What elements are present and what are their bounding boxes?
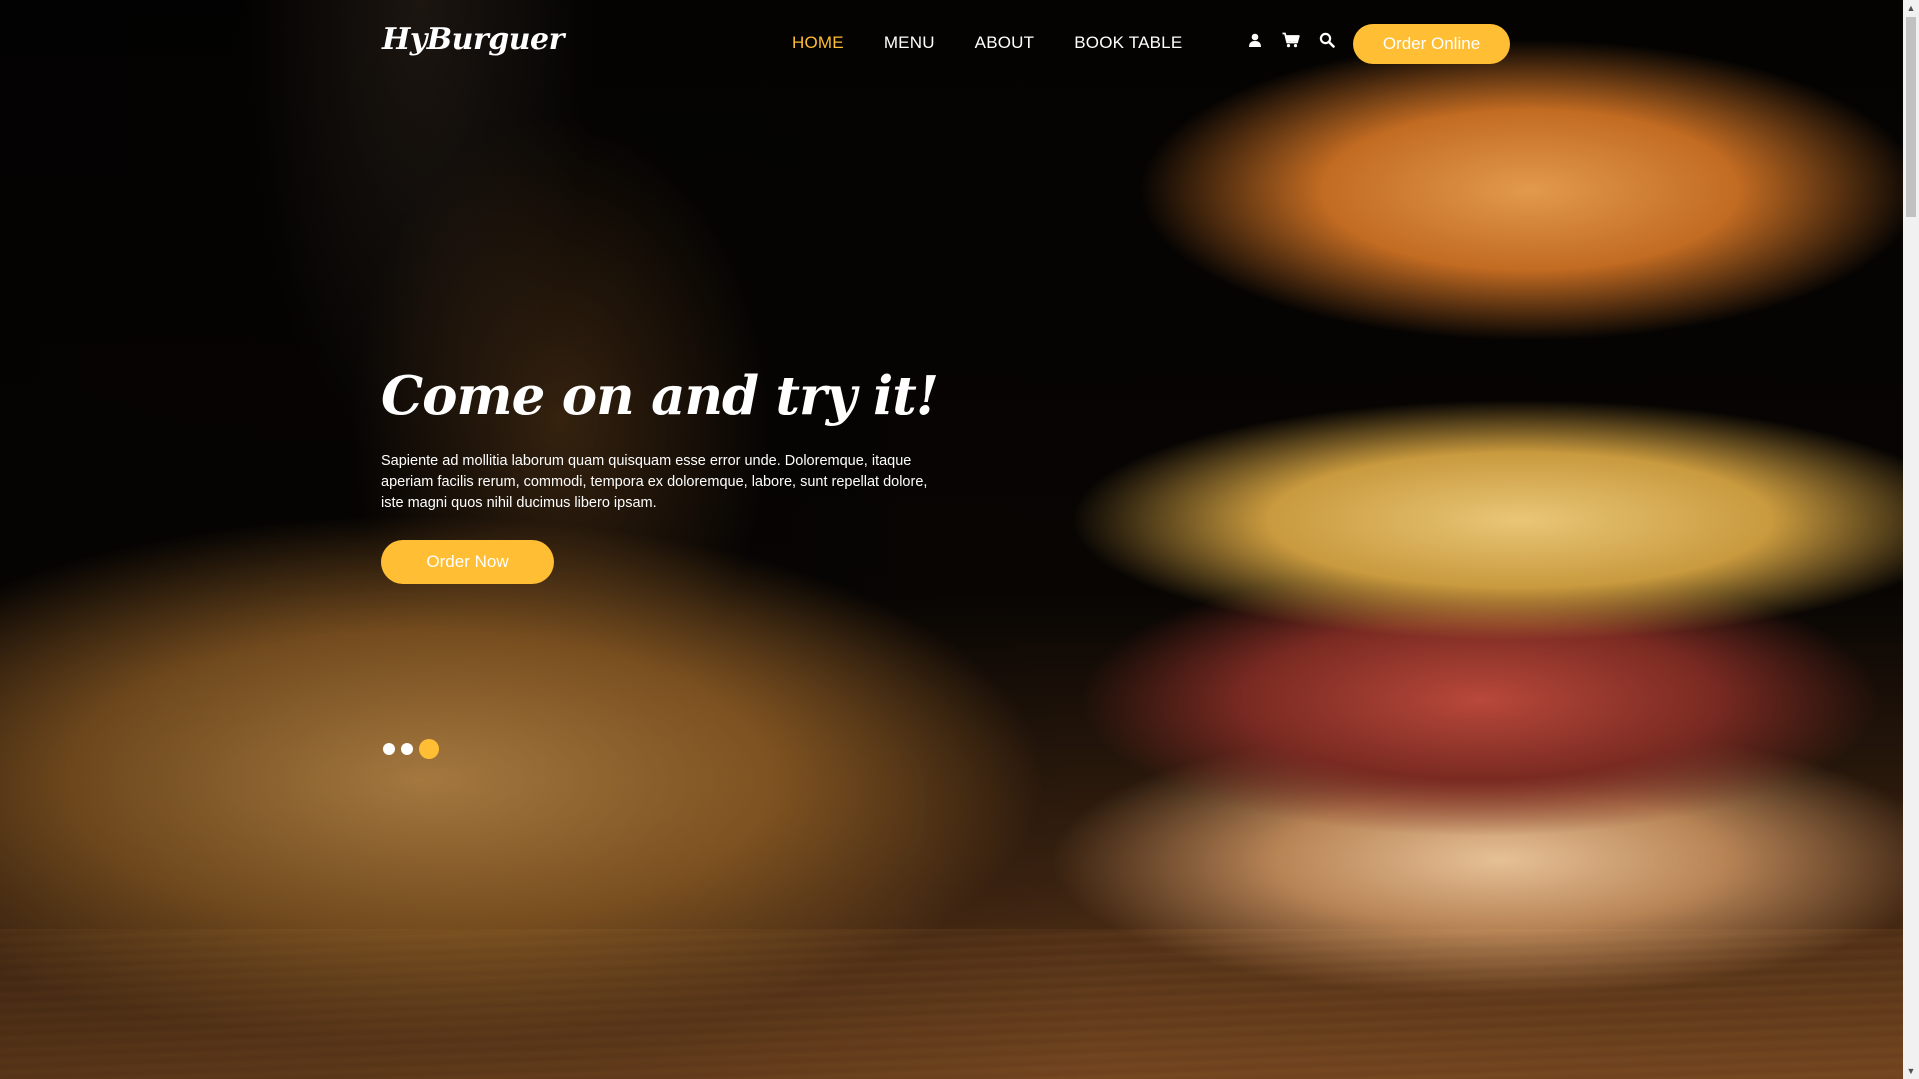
order-online-button[interactable]: Order Online (1353, 24, 1510, 64)
carousel-dot-1[interactable] (383, 743, 395, 755)
nav-item-about[interactable]: ABOUT (975, 33, 1035, 53)
nav-item-menu[interactable]: MENU (884, 33, 935, 53)
nav-item-book-table[interactable]: BOOK TABLE (1074, 33, 1182, 53)
nav-item-home[interactable]: HOME (792, 33, 844, 53)
user-icon[interactable] (1245, 30, 1265, 50)
order-now-button[interactable]: Order Now (381, 540, 554, 584)
brand-logo[interactable]: HyBurguer (382, 22, 564, 57)
main-nav: HOME MENU ABOUT BOOK TABLE (792, 33, 1182, 53)
scroll-down-arrow-icon[interactable]: ▼ (1903, 1063, 1919, 1079)
hero-overlay (0, 0, 1100, 1079)
carousel-indicators (383, 739, 439, 759)
carousel-dot-3[interactable] (419, 739, 439, 759)
hero-description: Sapiente ad mollitia laborum quam quisqu… (381, 453, 928, 511)
header: HyBurguer HOME MENU ABOUT BOOK TABLE Ord… (0, 0, 1903, 88)
scrollbar-thumb[interactable] (1906, 17, 1916, 217)
cart-icon[interactable] (1281, 30, 1301, 50)
hero-title: Come on and try it! (381, 365, 939, 427)
page: HyBurguer HOME MENU ABOUT BOOK TABLE Ord… (0, 0, 1903, 1079)
search-icon[interactable] (1317, 30, 1337, 50)
user-options (1245, 30, 1337, 50)
carousel-dot-2[interactable] (401, 743, 413, 755)
vertical-scrollbar[interactable]: ▲ ▼ (1903, 0, 1919, 1079)
scroll-up-arrow-icon[interactable]: ▲ (1903, 0, 1919, 16)
